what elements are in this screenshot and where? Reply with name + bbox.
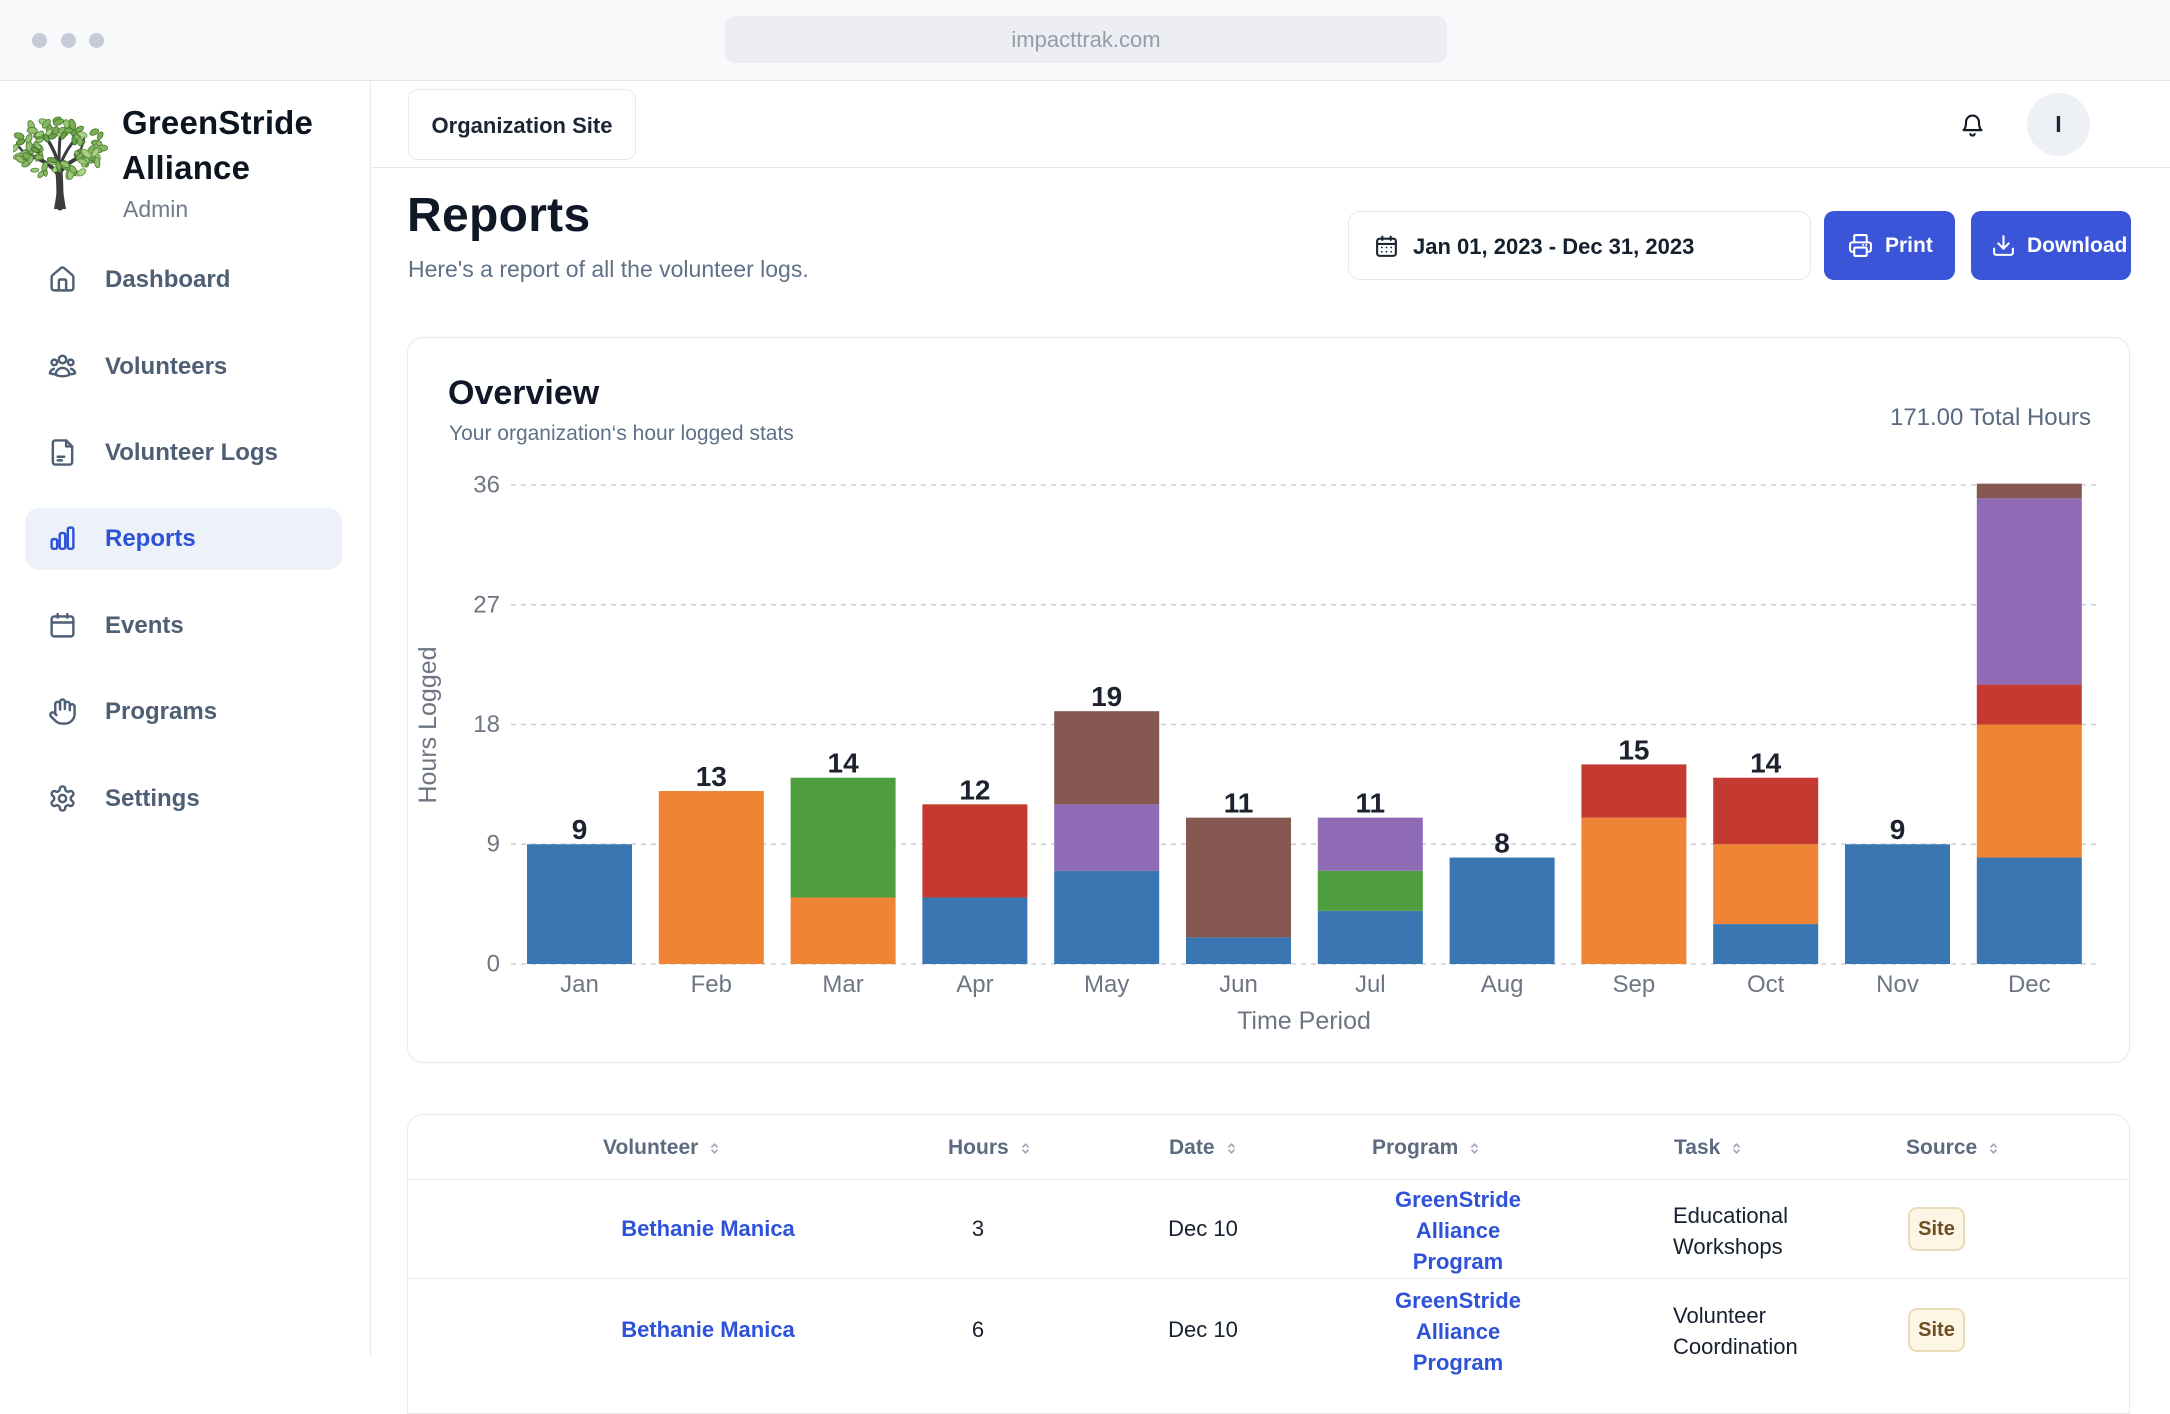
svg-text:14: 14	[1750, 748, 1782, 779]
svg-text:8: 8	[1494, 828, 1510, 859]
svg-text:Hours Logged: Hours Logged	[414, 646, 442, 803]
svg-text:9: 9	[572, 814, 588, 845]
svg-text:11: 11	[1355, 788, 1385, 819]
svg-text:Jan: Jan	[560, 971, 599, 998]
svg-text:9: 9	[487, 831, 500, 858]
svg-text:Feb: Feb	[691, 971, 732, 998]
svg-text:Jul: Jul	[1355, 971, 1386, 998]
svg-text:12: 12	[959, 774, 990, 805]
svg-text:Apr: Apr	[956, 971, 993, 998]
svg-text:Sep: Sep	[1613, 971, 1656, 998]
svg-text:14: 14	[828, 748, 860, 779]
svg-text:27: 27	[473, 591, 500, 618]
svg-text:Jun: Jun	[1219, 971, 1258, 998]
svg-text:Dec: Dec	[2008, 971, 2051, 998]
svg-text:15: 15	[1618, 734, 1649, 765]
svg-text:9: 9	[1890, 814, 1906, 845]
svg-text:Time Period: Time Period	[1237, 1007, 1371, 1035]
svg-text:Mar: Mar	[822, 971, 863, 998]
svg-text:Nov: Nov	[1876, 971, 1919, 998]
svg-text:18: 18	[473, 711, 500, 738]
svg-text:Oct: Oct	[1747, 971, 1785, 998]
svg-text:0: 0	[487, 951, 500, 978]
svg-text:13: 13	[696, 761, 727, 792]
svg-text:19: 19	[1091, 681, 1122, 712]
svg-text:Aug: Aug	[1481, 971, 1524, 998]
svg-text:36: 36	[473, 472, 500, 499]
svg-text:11: 11	[1224, 788, 1254, 819]
svg-text:May: May	[1084, 971, 1129, 998]
